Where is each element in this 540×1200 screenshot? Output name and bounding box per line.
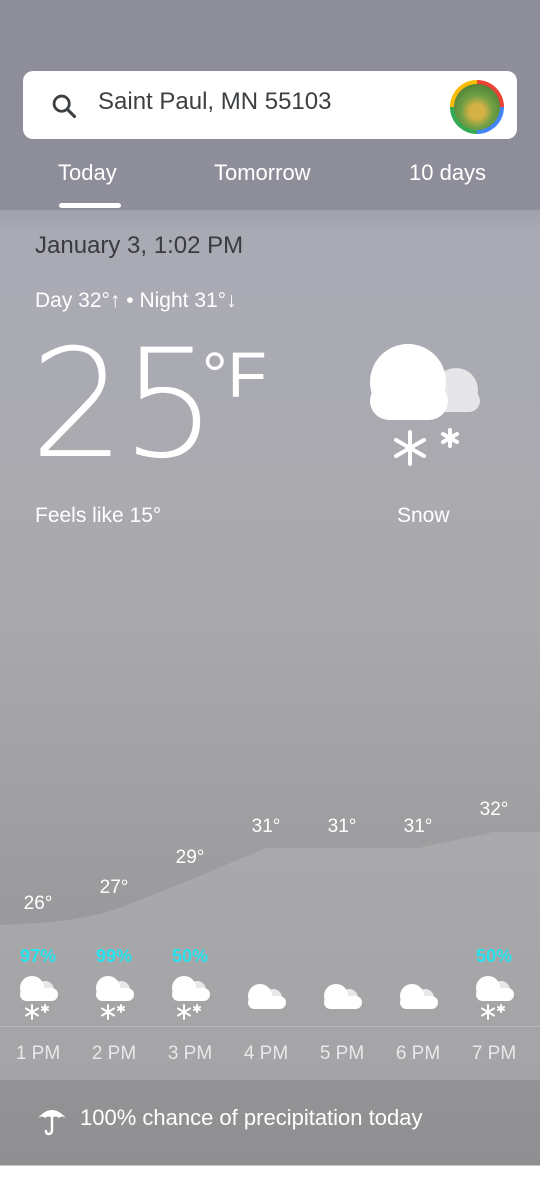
cloud-snow-icon	[20, 976, 58, 1020]
search-icon[interactable]	[50, 92, 78, 120]
cloud-snow-icon	[172, 976, 210, 1020]
cloud-snow-icon	[370, 344, 480, 466]
condition-label: Snow	[397, 504, 450, 527]
feels-like: Feels like 15°	[35, 504, 162, 527]
tab-today[interactable]: Today	[58, 160, 117, 186]
day-night-temps: Day 32°↑ • Night 31°↓	[35, 289, 237, 312]
hourly-precip: 50%	[171, 946, 209, 966]
search-input[interactable]: Saint Paul, MN 55103	[98, 88, 331, 116]
hourly-temp: 29°	[175, 847, 205, 868]
hourly-temp: 32°	[479, 799, 509, 820]
hourly-time: 2 PM	[91, 1043, 137, 1064]
cloud-icon	[248, 984, 286, 1009]
umbrella-icon	[38, 1110, 66, 1136]
divider	[0, 1026, 540, 1027]
hourly-temp: 31°	[403, 816, 433, 837]
hourly-precip: 50%	[475, 946, 513, 966]
avatar[interactable]	[450, 80, 504, 134]
hourly-time: 1 PM	[15, 1043, 61, 1064]
hourly-time: 4 PM	[243, 1043, 289, 1064]
hourly-time: 6 PM	[395, 1043, 441, 1064]
hourly-temp: 27°	[99, 877, 129, 898]
date-time: January 3, 1:02 PM	[35, 232, 244, 259]
hourly-time: 5 PM	[319, 1043, 365, 1064]
precip-summary: 100% chance of precipitation today	[80, 1105, 423, 1130]
cloud-snow-icon	[476, 976, 514, 1020]
current-temperature: 25	[30, 318, 217, 492]
hourly-temp: 31°	[251, 816, 281, 837]
hourly-time: 7 PM	[471, 1043, 517, 1064]
tab-tomorrow[interactable]: Tomorrow	[214, 160, 311, 186]
active-tab-indicator	[59, 203, 121, 208]
temperature-unit[interactable]: °F	[202, 340, 267, 410]
hourly-precip: 97%	[19, 946, 57, 966]
hourly-precip: 99%	[95, 946, 133, 966]
hourly-time: 3 PM	[167, 1043, 213, 1064]
hourly-temp: 31°	[327, 816, 357, 837]
cloud-snow-icon	[96, 976, 134, 1020]
cloud-icon	[400, 984, 438, 1009]
cloud-icon	[324, 984, 362, 1009]
hourly-temp: 26°	[23, 893, 53, 914]
tab-10-days[interactable]: 10 days	[409, 160, 486, 186]
